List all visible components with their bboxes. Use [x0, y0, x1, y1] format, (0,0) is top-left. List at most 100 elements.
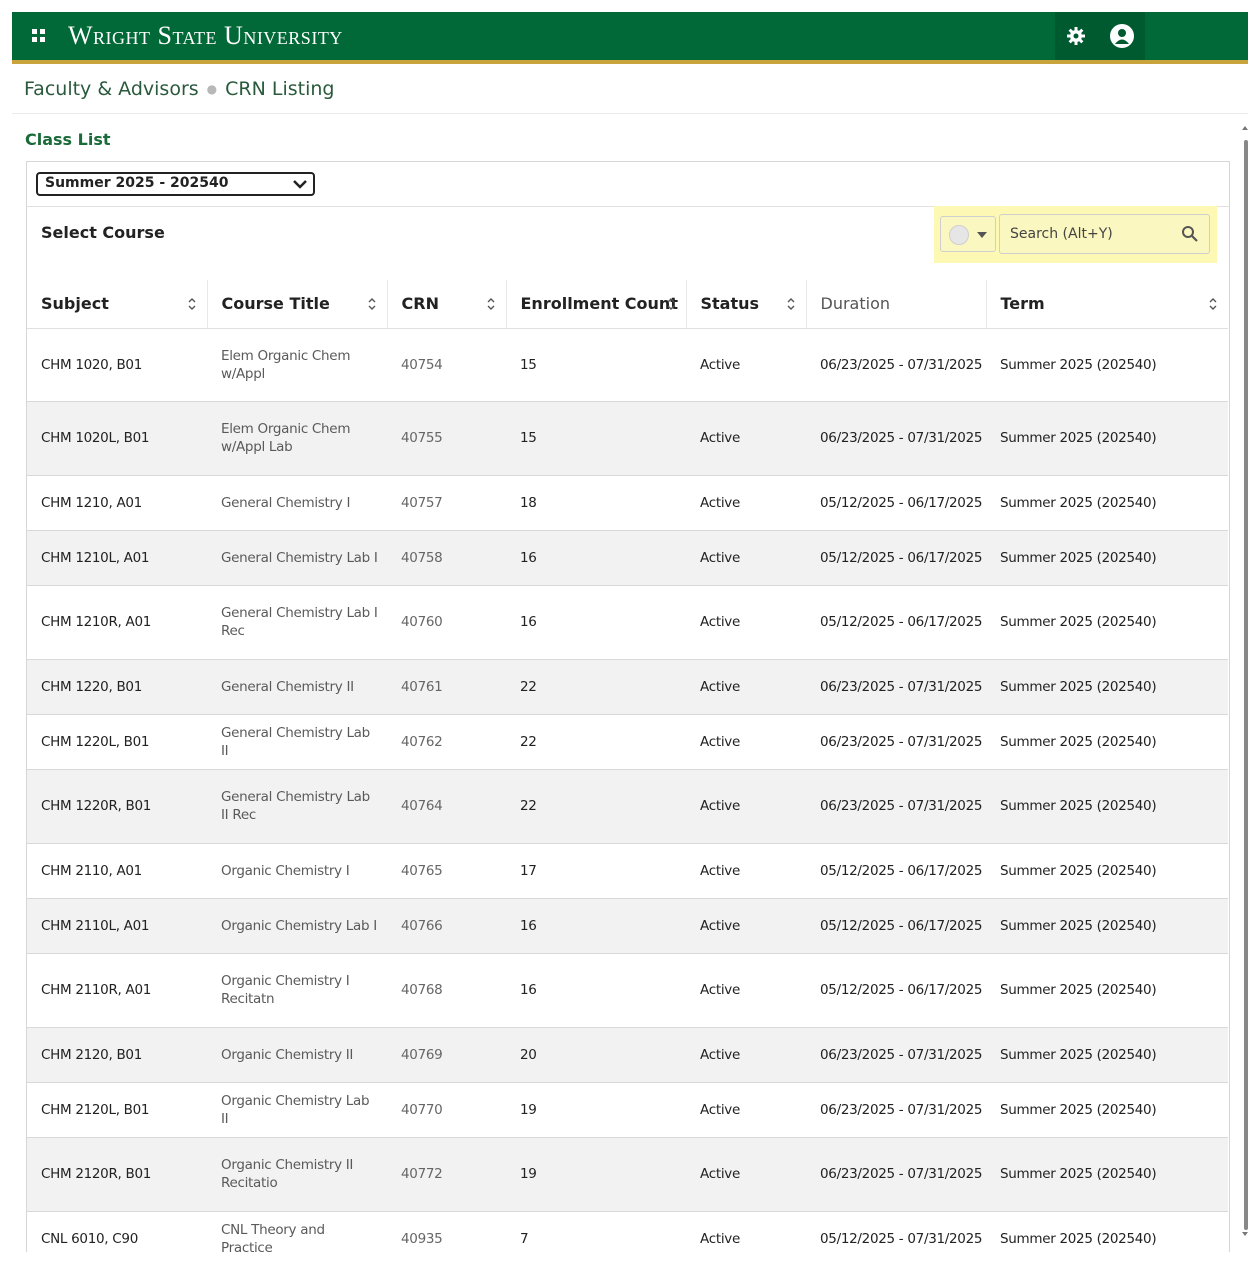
search-icon[interactable] — [1181, 225, 1199, 243]
cell-subject[interactable]: CHM 2110, A01 — [27, 842, 207, 898]
class-list-panel: Summer 2025 - 202540 Select Course Searc… — [26, 161, 1230, 1266]
chevron-down-icon — [293, 180, 307, 189]
scroll-up-arrow[interactable] — [1242, 126, 1248, 130]
grid-icon[interactable] — [32, 29, 46, 43]
cell-enrollment: 7 — [506, 1210, 686, 1266]
cell-crn: 40765 — [387, 842, 506, 898]
term-select-value: Summer 2025 - 202540 — [45, 175, 229, 191]
user-icon[interactable] — [1109, 23, 1135, 49]
cell-term: Summer 2025 (202540) — [986, 897, 1228, 953]
cell-subject[interactable]: CHM 2120L, B01 — [27, 1081, 207, 1137]
cell-subject[interactable]: CNL 6010, C90 — [27, 1210, 207, 1266]
cell-crn: 40760 — [387, 584, 506, 659]
term-select[interactable]: Summer 2025 - 202540 — [36, 172, 315, 196]
cell-duration: 06/23/2025 - 07/31/2025 — [806, 1136, 986, 1211]
table-row[interactable]: CHM 1210R, A01 General Chemistry Lab I R… — [27, 584, 1228, 659]
gear-icon[interactable] — [1064, 24, 1088, 48]
cell-enrollment: 15 — [506, 400, 686, 475]
cell-crn: 40761 — [387, 658, 506, 714]
cell-subject[interactable]: CHM 1210, A01 — [27, 474, 207, 530]
column-header-enrollment-count[interactable]: Enrollment Count — [505, 280, 686, 329]
table-row[interactable]: CHM 2120L, B01 Organic Chemistry Lab II … — [27, 1081, 1228, 1137]
cell-subject[interactable]: CHM 1220L, B01 — [27, 713, 207, 769]
cell-course-title: General Chemistry II — [207, 658, 387, 714]
cell-enrollment: 15 — [506, 327, 686, 401]
column-header-status[interactable]: Status — [685, 280, 806, 329]
course-table: Subject Course Title CRN Enrollment Coun… — [27, 280, 1228, 1266]
cell-duration: 06/23/2025 - 07/31/2025 — [806, 658, 986, 714]
table-row[interactable]: CHM 1220, B01 General Chemistry II 40761… — [27, 658, 1228, 714]
cell-enrollment: 19 — [506, 1136, 686, 1211]
cell-enrollment: 16 — [506, 584, 686, 659]
top-header: Wright State University — [12, 12, 1248, 64]
column-header-crn[interactable]: CRN — [386, 280, 506, 329]
search-input[interactable]: Search (Alt+Y) — [999, 214, 1210, 254]
section-title: Class List — [25, 130, 111, 149]
table-row[interactable]: CHM 1220R, B01 General Chemistry Lab II … — [27, 768, 1228, 843]
column-header-course-title[interactable]: Course Title — [206, 280, 387, 329]
cell-subject[interactable]: CHM 2110L, A01 — [27, 897, 207, 953]
cell-status: Active — [686, 842, 806, 898]
scroll-down-arrow[interactable] — [1242, 1232, 1248, 1236]
cell-enrollment: 22 — [506, 713, 686, 769]
cell-status: Active — [686, 768, 806, 843]
cell-duration: 05/12/2025 - 06/17/2025 — [806, 529, 986, 585]
cell-status: Active — [686, 1026, 806, 1082]
cell-status: Active — [686, 584, 806, 659]
column-header-term[interactable]: Term — [985, 280, 1228, 329]
sort-icon[interactable] — [666, 296, 676, 312]
cell-enrollment: 20 — [506, 1026, 686, 1082]
table-row[interactable]: CHM 2120R, B01 Organic Chemistry II Reci… — [27, 1136, 1228, 1211]
cell-subject[interactable]: CHM 1020, B01 — [27, 327, 207, 401]
cell-enrollment: 16 — [506, 529, 686, 585]
table-row[interactable]: CHM 1020L, B01 Elem Organic Chem w/Appl … — [27, 400, 1228, 475]
cell-duration: 06/23/2025 - 07/31/2025 — [806, 327, 986, 401]
table-row[interactable]: CHM 1020, B01 Elem Organic Chem w/Appl 4… — [27, 327, 1228, 401]
column-visibility-button[interactable] — [940, 216, 996, 252]
columns-icon — [949, 225, 969, 245]
table-row[interactable]: CHM 1220L, B01 General Chemistry Lab II … — [27, 713, 1228, 769]
breadcrumb-current: CRN Listing — [225, 78, 335, 100]
sort-icon[interactable] — [786, 296, 796, 312]
cell-crn: 40772 — [387, 1136, 506, 1211]
sort-icon[interactable] — [1208, 296, 1218, 312]
column-header-subject[interactable]: Subject — [27, 280, 207, 329]
cell-term: Summer 2025 (202540) — [986, 529, 1228, 585]
cell-subject[interactable]: CHM 1020L, B01 — [27, 400, 207, 475]
cell-crn: 40764 — [387, 768, 506, 843]
table-row[interactable]: CHM 1210, A01 General Chemistry I 40757 … — [27, 474, 1228, 530]
cell-term: Summer 2025 (202540) — [986, 1136, 1228, 1211]
cell-status: Active — [686, 400, 806, 475]
cell-course-title: Elem Organic Chem w/Appl — [207, 327, 387, 401]
table-row[interactable]: CHM 2110, A01 Organic Chemistry I 40765 … — [27, 842, 1228, 898]
cell-term: Summer 2025 (202540) — [986, 400, 1228, 475]
caret-down-icon — [977, 232, 987, 238]
cell-term: Summer 2025 (202540) — [986, 713, 1228, 769]
cell-course-title: Organic Chemistry I — [207, 842, 387, 898]
cell-course-title: General Chemistry Lab II — [207, 713, 387, 769]
cell-subject[interactable]: CHM 1220R, B01 — [27, 768, 207, 843]
cell-subject[interactable]: CHM 1220, B01 — [27, 658, 207, 714]
table-row[interactable]: CNL 6010, C90 CNL Theory and Practice 40… — [27, 1210, 1228, 1266]
cell-status: Active — [686, 1081, 806, 1137]
cell-subject[interactable]: CHM 2120R, B01 — [27, 1136, 207, 1211]
sort-icon[interactable] — [486, 296, 496, 312]
cell-status: Active — [686, 1136, 806, 1211]
cell-subject[interactable]: CHM 2110R, A01 — [27, 952, 207, 1027]
sort-icon[interactable] — [187, 296, 197, 312]
breadcrumb: Faculty & Advisors ● CRN Listing — [24, 78, 334, 100]
cell-course-title: General Chemistry Lab I Rec — [207, 584, 387, 659]
table-row[interactable]: CHM 2110L, A01 Organic Chemistry Lab I 4… — [27, 897, 1228, 953]
cell-subject[interactable]: CHM 1210L, A01 — [27, 529, 207, 585]
cell-term: Summer 2025 (202540) — [986, 658, 1228, 714]
breadcrumb-faculty-advisors[interactable]: Faculty & Advisors — [24, 78, 199, 100]
table-row[interactable]: CHM 2120, B01 Organic Chemistry II 40769… — [27, 1026, 1228, 1082]
scrollbar-thumb[interactable] — [1244, 140, 1248, 1230]
sort-icon[interactable] — [367, 296, 377, 312]
cell-duration: 05/12/2025 - 06/17/2025 — [806, 952, 986, 1027]
table-row[interactable]: CHM 2110R, A01 Organic Chemistry I Recit… — [27, 952, 1228, 1027]
cell-subject[interactable]: CHM 1210R, A01 — [27, 584, 207, 659]
cell-crn: 40769 — [387, 1026, 506, 1082]
table-row[interactable]: CHM 1210L, A01 General Chemistry Lab I 4… — [27, 529, 1228, 585]
cell-subject[interactable]: CHM 2120, B01 — [27, 1026, 207, 1082]
